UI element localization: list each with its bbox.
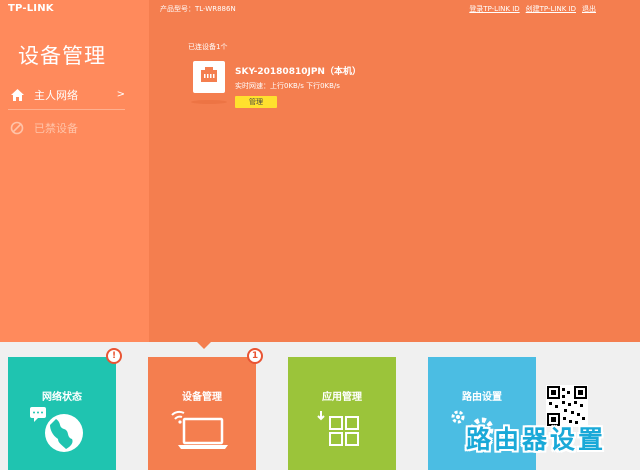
- tile-label: 应用管理: [322, 392, 362, 403]
- watermark-text: 路由器设置: [466, 425, 607, 454]
- globe-chat-icon: [28, 405, 90, 459]
- sidebar-item-blocked-devices[interactable]: 已禁设备: [8, 113, 125, 143]
- top-bar: TP-LINK 产品型号：TL-WR886N 登录TP-LINK ID 创建TP…: [0, 0, 640, 18]
- page-title: 设备管理: [18, 44, 106, 68]
- tile-label: 设备管理: [182, 392, 222, 403]
- device-name: SKY-20180810JPN（本机）: [235, 67, 361, 77]
- connected-count: 已连设备1个: [188, 43, 228, 51]
- tile-app-management[interactable]: 应用管理: [288, 357, 396, 470]
- sidebar-item-host-network[interactable]: 主人网络 >: [8, 80, 125, 110]
- tile-label: 网络状态: [42, 392, 82, 403]
- device-speed: 实时网速：上行0KB/s 下行0KB/s: [235, 82, 340, 90]
- sidebar-item-label: 已禁设备: [34, 122, 78, 135]
- sidebar: 设备管理 主人网络 > 已禁设备: [0, 0, 149, 342]
- logout-link[interactable]: 退出: [582, 4, 596, 14]
- device-card: [193, 61, 225, 93]
- app-grid-icon: [316, 409, 366, 455]
- ethernet-port-icon: [198, 66, 220, 88]
- create-tplink-id-link[interactable]: 创建TP-LINK ID: [526, 4, 576, 14]
- tile-network-status[interactable]: 网络状态: [8, 357, 116, 470]
- home-icon: [9, 87, 25, 103]
- active-tile-pointer: [197, 342, 211, 349]
- tp-link-logo: TP-LINK: [8, 3, 54, 14]
- tile-label: 路由设置: [462, 392, 502, 403]
- network-status-alert-badge: !: [106, 348, 122, 364]
- chevron-right-icon: >: [116, 89, 125, 100]
- login-tplink-id-link[interactable]: 登录TP-LINK ID: [469, 4, 519, 14]
- top-links: 登录TP-LINK ID 创建TP-LINK ID 退出: [469, 4, 596, 14]
- manage-button[interactable]: 管理: [235, 96, 277, 108]
- blocked-icon: [9, 120, 25, 136]
- laptop-wifi-icon: [170, 407, 234, 457]
- device-shadow: [191, 100, 227, 104]
- sidebar-item-label: 主人网络: [34, 88, 78, 102]
- device-count-badge: 1: [247, 348, 263, 364]
- product-model: 产品型号：TL-WR886N: [160, 5, 236, 13]
- tile-device-management[interactable]: 设备管理: [148, 357, 256, 470]
- main-panel: 已连设备1个 SKY-20180810JPN（本机） 实时网速：上行0KB/s …: [149, 0, 640, 342]
